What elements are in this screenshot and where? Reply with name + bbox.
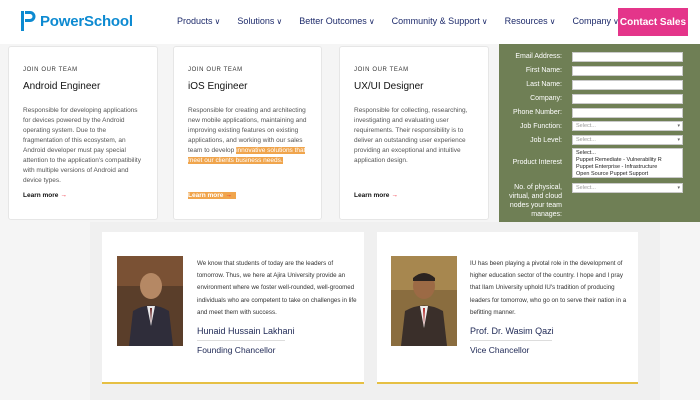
- list-option[interactable]: Puppet Enterprise - Infrastructure: [576, 164, 679, 171]
- card-kicker: JOIN OUR TEAM: [354, 67, 409, 73]
- phone-field[interactable]: [572, 108, 683, 118]
- nav-products[interactable]: Products ∨: [177, 16, 220, 26]
- chevron-down-icon: ∨: [214, 17, 221, 26]
- card-description: Responsible for creating and architectin…: [188, 106, 308, 166]
- product-interest-label: Product Interest: [512, 159, 562, 166]
- testimonial-name: Hunaid Hussain Lakhani: [197, 326, 295, 336]
- learn-more-link[interactable]: Learn more →: [188, 192, 236, 199]
- last-name-label: Last Name:: [526, 81, 562, 88]
- card-title: iOS Engineer: [188, 81, 248, 92]
- brand-logo[interactable]: PowerSchool: [20, 10, 133, 32]
- arrow-right-icon: →: [60, 192, 67, 199]
- first-name-label: First Name:: [525, 67, 562, 74]
- card-kicker: JOIN OUR TEAM: [23, 67, 78, 73]
- nav-label: Resources: [504, 16, 548, 26]
- last-name-field[interactable]: [572, 80, 683, 90]
- nav-resources[interactable]: Resources ∨: [505, 16, 556, 26]
- link-label: Learn more: [23, 192, 59, 199]
- powerschool-logo-icon: [20, 10, 36, 32]
- portrait-image: [391, 256, 457, 346]
- nav-company[interactable]: Company ∨: [572, 16, 618, 26]
- nav-label: Better Outcomes: [299, 16, 367, 26]
- portrait-image: [117, 256, 183, 346]
- learn-more-link[interactable]: Learn more →: [354, 192, 398, 199]
- testimonial-quote: IU has been playing a pivotal role in th…: [470, 260, 627, 316]
- nav-label: Solutions: [237, 16, 275, 26]
- job-level-select[interactable]: Select... ▾: [572, 135, 683, 145]
- chevron-down-icon: ∨: [276, 17, 283, 26]
- select-value: Select...: [576, 185, 596, 191]
- job-function-select[interactable]: Select... ▾: [572, 121, 683, 131]
- phone-label: Phone Number:: [512, 109, 562, 116]
- link-label: Learn more: [354, 192, 390, 199]
- list-option[interactable]: Open Source Puppet Support: [576, 171, 679, 177]
- divider: [197, 340, 285, 341]
- list-option[interactable]: Puppet Remediate - Vulnerability R: [576, 157, 679, 164]
- chevron-down-icon: ∨: [368, 17, 375, 26]
- arrow-right-icon: →: [225, 192, 232, 199]
- select-value: Select...: [576, 137, 596, 143]
- card-title: UX/UI Designer: [354, 81, 424, 92]
- chevron-down-icon: ▾: [677, 123, 680, 129]
- testimonial-card: IU has been playing a pivotal role in th…: [377, 232, 638, 384]
- testimonial-role: Vice Chancellor: [470, 345, 530, 355]
- testimonial-card: We know that students of today are the l…: [102, 232, 364, 384]
- divider: [470, 340, 552, 341]
- nav-label: Community & Support: [391, 16, 480, 26]
- learn-more-link[interactable]: Learn more →: [23, 192, 67, 199]
- nav-solutions[interactable]: Solutions ∨: [237, 16, 282, 26]
- nodes-label: No. of physical, virtual, and cloud node…: [509, 184, 562, 218]
- contact-sales-button[interactable]: Contact Sales: [618, 8, 688, 36]
- card-title: Android Engineer: [23, 81, 101, 92]
- job-card-ios: JOIN OUR TEAM iOS Engineer Responsible f…: [173, 46, 322, 220]
- testimonial-quote: We know that students of today are the l…: [197, 260, 357, 316]
- job-card-android: JOIN OUR TEAM Android Engineer Responsib…: [8, 46, 158, 220]
- testimonial-name: Prof. Dr. Wasim Qazi: [470, 326, 554, 336]
- job-level-label: Job Level:: [530, 137, 562, 144]
- card-description: Responsible for developing applications …: [23, 107, 141, 184]
- chevron-down-icon: ▾: [677, 185, 680, 191]
- main-nav: Products ∨ Solutions ∨ Better Outcomes ∨ Co…: [177, 16, 636, 26]
- chevron-down-icon: ▾: [677, 137, 680, 143]
- company-label: Company:: [530, 95, 562, 102]
- card-description: Responsible for collecting, researching,…: [354, 107, 468, 164]
- brand-name: PowerSchool: [40, 12, 133, 30]
- site-header: PowerSchool Products ∨ Solutions ∨ Better …: [0, 0, 700, 44]
- nav-label: Products: [177, 16, 213, 26]
- list-option[interactable]: Select...: [576, 150, 679, 157]
- chevron-down-icon: ∨: [549, 17, 556, 26]
- product-interest-multiselect[interactable]: Select... Puppet Remediate - Vulnerabili…: [572, 148, 683, 178]
- chevron-down-icon: ∨: [481, 17, 488, 26]
- job-card-ux-ui: JOIN OUR TEAM UX/UI Designer Responsible…: [339, 46, 489, 220]
- email-label: Email Address:: [515, 53, 562, 60]
- nav-community-support[interactable]: Community & Support ∨: [392, 16, 488, 26]
- email-field[interactable]: [572, 52, 683, 62]
- nav-label: Company: [572, 16, 611, 26]
- testimonial-role: Founding Chancellor: [197, 345, 276, 355]
- first-name-field[interactable]: [572, 66, 683, 76]
- card-kicker: JOIN OUR TEAM: [188, 67, 243, 73]
- nav-better-outcomes[interactable]: Better Outcomes ∨: [299, 16, 374, 26]
- link-label: Learn more: [188, 192, 224, 199]
- arrow-right-icon: →: [391, 192, 398, 199]
- job-function-label: Job Function:: [519, 123, 562, 130]
- nodes-select[interactable]: Select... ▾: [572, 183, 683, 193]
- company-field[interactable]: [572, 94, 683, 104]
- select-value: Select...: [576, 123, 596, 129]
